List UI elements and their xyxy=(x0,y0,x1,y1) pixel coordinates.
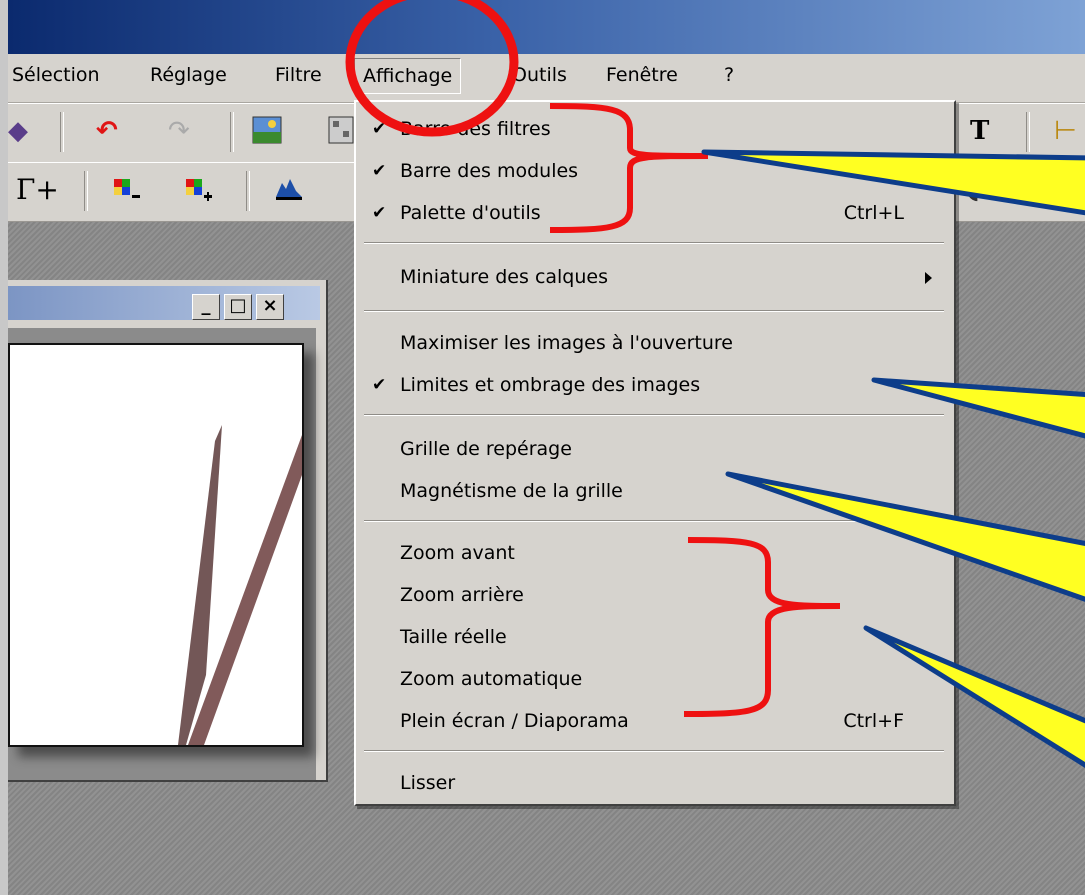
drop-icon[interactable] xyxy=(1010,175,1034,210)
menu-item-label: Barre des modules xyxy=(400,160,579,182)
menu-item-label: Lisser xyxy=(400,772,456,794)
menu-item-palette-outils[interactable]: ✔ Palette d'outils Ctrl+L xyxy=(356,194,954,234)
menu-item-label: Zoom avant xyxy=(400,542,515,564)
menu-item-barre-filtres[interactable]: ✔ Barre des filtres xyxy=(356,110,954,150)
undo-icon[interactable]: ↶ xyxy=(96,116,118,146)
menu-bar: Sélection Réglage Filtre Affichage Outil… xyxy=(8,54,1085,103)
cube-icon[interactable]: ◆ xyxy=(8,116,28,146)
submenu-arrow-icon xyxy=(925,272,932,284)
menu-item-magnetisme-grille[interactable]: Magnétisme de la grille xyxy=(356,472,954,512)
redo-icon[interactable]: ↷ xyxy=(168,116,190,146)
menu-item-lisser[interactable]: Lisser xyxy=(356,764,954,804)
toolbar-separator xyxy=(1074,171,1078,211)
menu-item-shortcut: Ctrl+F xyxy=(843,710,904,732)
menu-item-grille-reperage[interactable]: Grille de repérage xyxy=(356,430,954,470)
toolbar-separator xyxy=(230,112,234,152)
color-minus-icon[interactable] xyxy=(112,175,142,210)
menu-filtre[interactable]: Filtre xyxy=(275,64,322,86)
grass-image xyxy=(178,425,302,745)
check-icon: ✔ xyxy=(372,203,387,223)
menu-item-plein-ecran[interactable]: Plein écran / Diaporama Ctrl+F xyxy=(356,702,954,742)
folder-tree-icon[interactable]: ⊢ xyxy=(1054,116,1077,146)
menu-item-label: Zoom automatique xyxy=(400,668,583,690)
menu-separator xyxy=(364,414,944,416)
menu-item-zoom-automatique[interactable]: Zoom automatique xyxy=(356,660,954,700)
affichage-dropdown-menu: ✔ Barre des filtres ✔ Barre des modules … xyxy=(354,100,956,806)
title-bar xyxy=(8,0,1085,54)
gamma-plus-icon[interactable]: Γ+ xyxy=(16,175,59,205)
menu-item-maximiser-images[interactable]: Maximiser les images à l'ouverture xyxy=(356,324,954,364)
check-icon: ✔ xyxy=(372,119,387,139)
histogram-icon[interactable] xyxy=(274,175,304,210)
menu-item-label: Magnétisme de la grille xyxy=(400,480,623,502)
menu-help[interactable]: ? xyxy=(724,64,734,86)
menu-item-label: Plein écran / Diaporama xyxy=(400,710,629,732)
toolbar-separator xyxy=(84,171,88,211)
menu-item-zoom-avant[interactable]: Zoom avant xyxy=(356,534,954,574)
menu-fenetre[interactable]: Fenêtre xyxy=(606,64,678,86)
close-button[interactable]: × xyxy=(256,294,284,320)
menu-separator xyxy=(364,242,944,244)
image-window: _ □ × xyxy=(8,280,328,782)
check-icon: ✔ xyxy=(372,161,387,181)
menu-item-label: Limites et ombrage des images xyxy=(400,374,701,396)
text-tool-icon[interactable]: T xyxy=(970,116,989,146)
menu-separator xyxy=(364,750,944,752)
app-window: Sélection Réglage Filtre Affichage Outil… xyxy=(0,0,1085,895)
menu-item-label: Palette d'outils xyxy=(400,202,541,224)
toolbar-separator xyxy=(60,112,64,152)
maximize-button[interactable]: □ xyxy=(224,294,252,320)
menu-outils[interactable]: Outils xyxy=(512,64,567,86)
color-plus-icon[interactable] xyxy=(184,175,214,210)
menu-item-miniature-calques[interactable]: Miniature des calques xyxy=(356,258,954,298)
menu-item-label: Taille réelle xyxy=(400,626,507,648)
menu-item-label: Barre des filtres xyxy=(400,118,551,140)
menu-item-limites-ombrage[interactable]: ✔ Limites et ombrage des images xyxy=(356,366,954,406)
menu-item-label: Miniature des calques xyxy=(400,266,608,288)
menu-separator xyxy=(364,520,944,522)
minimize-button[interactable]: _ xyxy=(192,294,220,320)
image-window-caption: _ □ × xyxy=(8,286,320,320)
menu-selection[interactable]: Sélection xyxy=(12,64,100,86)
menu-item-taille-reelle[interactable]: Taille réelle xyxy=(356,618,954,658)
menu-item-label: Maximiser les images à l'ouverture xyxy=(400,332,733,354)
pattern-icon[interactable] xyxy=(328,116,354,151)
image-icon[interactable] xyxy=(252,116,282,151)
image-canvas-area xyxy=(8,328,316,780)
menu-affichage[interactable]: Affichage xyxy=(354,58,462,94)
image-canvas[interactable] xyxy=(8,343,304,747)
toolbar-separator xyxy=(246,171,250,211)
toolbar-separator xyxy=(1026,112,1030,152)
menu-separator xyxy=(364,310,944,312)
menu-item-label: Zoom arrière xyxy=(400,584,524,606)
check-icon: ✔ xyxy=(372,375,387,395)
menu-reglage[interactable]: Réglage xyxy=(150,64,227,86)
menu-item-shortcut: Ctrl+L xyxy=(843,202,904,224)
menu-item-label: Grille de repérage xyxy=(400,438,572,460)
menu-item-zoom-arriere[interactable]: Zoom arrière xyxy=(356,576,954,616)
drop-small-icon[interactable]: ◖ xyxy=(966,175,980,205)
menu-item-barre-modules[interactable]: ✔ Barre des modules xyxy=(356,152,954,192)
